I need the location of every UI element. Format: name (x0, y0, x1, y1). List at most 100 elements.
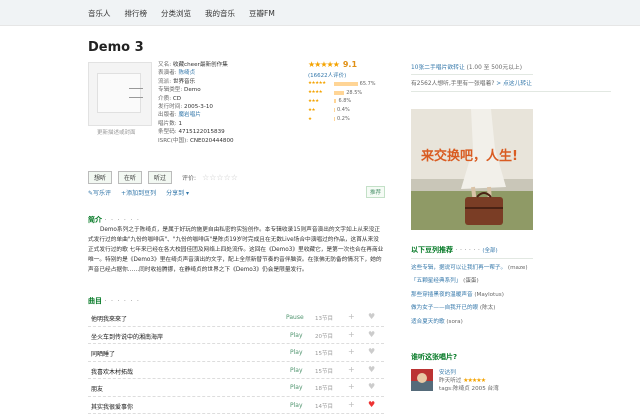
trade-info: 10张二手唱片欲转让 (1.00 至 500元以上) (411, 62, 522, 71)
play-button[interactable]: Play (290, 402, 303, 409)
cover-line-icon (129, 88, 143, 98)
listener-tags: tags:陈绮贞 2005 台湾 (439, 384, 499, 392)
avatar[interactable] (411, 369, 433, 391)
album-info: 又名: 收藏cheer最新创作集 表演者: 陈绮贞 流派: 世界音乐 专辑类型:… (158, 61, 298, 145)
performer-link[interactable]: 陈绮贞 (178, 70, 195, 76)
track-name: 他明我來來了 (91, 314, 127, 323)
trade-link[interactable]: 10张二手唱片欲转让 (411, 65, 465, 71)
track-row: 朋友 Play 18节目 + ♥ (88, 379, 384, 397)
info-row-isrc: ISRC(中国): CNE020444800 (158, 137, 298, 145)
track-votes: 13节目 (315, 314, 333, 322)
play-button[interactable]: Play (290, 384, 303, 391)
add-icon[interactable]: + (348, 382, 355, 391)
rating-percent: 6.8% (338, 98, 351, 104)
add-icon[interactable]: + (348, 365, 355, 374)
track-name: 同晒睡了 (91, 349, 115, 358)
star-icon: ★★★★★ (308, 81, 334, 86)
rating-bar: ★★★★★65.7% (308, 80, 396, 88)
ad-photo (411, 109, 533, 230)
ad-slogan: 来交换吧，人生! (421, 145, 518, 164)
recommend-button[interactable]: 推荐 (366, 186, 385, 198)
list-item[interactable]: 做为女子——自我开已的眼 (陈太) (411, 302, 571, 315)
top-nav-bar: 音乐人 排行榜 分类浏览 我的音乐 豆瓣FM (0, 0, 640, 26)
heart-icon[interactable]: ♥ (368, 365, 375, 374)
action-links: ✎写乐评 +添加到豆列 分享到 ▾ (88, 188, 189, 197)
evaluate-label: 评价: (182, 173, 196, 182)
heart-icon[interactable]: ♥ (368, 382, 375, 391)
add-icon[interactable]: + (348, 400, 355, 409)
publisher-link[interactable]: 魔岩唱片 (178, 112, 200, 118)
track-votes: 15节目 (315, 367, 333, 375)
add-icon[interactable]: + (348, 312, 355, 321)
track-row: 我喜欢木村拓哉 Play 15节目 + ♥ (88, 362, 384, 380)
info-row-media: 介质: CD (158, 95, 298, 103)
rating-bar-fill (334, 99, 336, 103)
nav-categories[interactable]: 分类浏览 (161, 8, 191, 19)
rate-stars-icon[interactable]: ☆☆☆☆☆ (202, 173, 238, 182)
play-button[interactable]: Pause (286, 314, 304, 321)
album-cover[interactable] (88, 62, 152, 126)
write-review-link[interactable]: ✎写乐评 (88, 188, 111, 197)
main-nav: 音乐人 排行榜 分类浏览 我的音乐 豆瓣FM (88, 0, 275, 26)
nav-douban-fm[interactable]: 豆瓣FM (249, 8, 275, 19)
divider (411, 91, 611, 92)
recommended-lists: 这些专辑，据说可以让我们再一帮子。 (maze)「五颗星经典系列」 (蛋蛋)那些… (411, 262, 571, 329)
nav-my-music[interactable]: 我的音乐 (205, 8, 235, 19)
rating-score: 9.1 (343, 60, 357, 69)
star-icon: ★ (308, 117, 334, 122)
heart-icon[interactable]: ♥ (368, 330, 375, 339)
list-item[interactable]: 「五颗星经典系列」 (蛋蛋) (411, 275, 571, 288)
chevron-down-icon: ▾ (186, 190, 189, 197)
add-icon[interactable]: + (348, 347, 355, 356)
heart-icon[interactable]: ♥ (368, 312, 375, 321)
rating-distribution: ★★★★★65.7%★★★★28.5%★★★6.8%★★0.4%★0.2% (308, 80, 396, 124)
rating-percent: 0.2% (337, 116, 350, 122)
listened-button[interactable]: 听过 (148, 171, 172, 184)
track-votes: 15节目 (315, 349, 333, 357)
track-name: 朋友 (91, 384, 103, 393)
listener-stars-icon: ★★★★★ (463, 377, 485, 384)
rating-panel: ★★★★★ 9.1 (16622人评价) ★★★★★65.7%★★★★28.5%… (308, 60, 396, 123)
add-icon[interactable]: + (348, 330, 355, 339)
want-button[interactable]: 想听 (88, 171, 112, 184)
track-votes: 18节目 (315, 384, 333, 392)
collect-actions: 想听 在听 听过 评价: ☆☆☆☆☆ (88, 171, 238, 184)
rating-stars-icon: ★★★★★ (308, 60, 339, 69)
play-button[interactable]: Play (290, 367, 303, 374)
update-cover-link[interactable]: 更新描述或封面 (97, 128, 136, 136)
rating-bar: ★0.2% (308, 115, 396, 123)
list-item[interactable]: 这些专辑，据说可以让我们再一帮子。 (maze) (411, 262, 571, 275)
track-name: 其实我很爱事你 (91, 402, 133, 411)
lists-heading: 以下豆列推荐 · · · · · · (全部) (411, 245, 498, 255)
info-row-discs: 唱片数: 1 (158, 120, 298, 128)
add-to-list-link[interactable]: +添加到豆列 (121, 188, 156, 197)
lists-all-link[interactable]: (全部) (482, 248, 497, 254)
star-icon: ★★★ (308, 99, 334, 104)
track-row: 同晒睡了 Play 15节目 + ♥ (88, 344, 384, 362)
info-row-performer: 表演者: 陈绮贞 (158, 69, 298, 77)
nav-charts[interactable]: 排行榜 (125, 8, 148, 19)
heart-icon[interactable]: ♥ (368, 347, 375, 356)
ad-banner[interactable]: 来交换吧，人生! (411, 109, 533, 230)
intro-heading: 简介 · · · · · · (88, 215, 140, 225)
sell-link[interactable]: > 点这儿转让 (496, 81, 532, 87)
rating-bar: ★★★★28.5% (308, 88, 396, 96)
track-votes: 20节目 (315, 332, 333, 340)
listening-button[interactable]: 在听 (118, 171, 142, 184)
track-name: 坐火车到传说中的湘南海岸 (91, 332, 163, 341)
star-icon: ★★★★ (308, 90, 334, 95)
divider (411, 74, 533, 75)
heart-icon[interactable]: ♥ (368, 400, 375, 409)
list-item[interactable]: 适合夏天的歌 (sora) (411, 316, 571, 329)
list-item[interactable]: 那些穿插黑夜的温暖声音 (Maylotus) (411, 289, 571, 302)
play-button[interactable]: Play (290, 332, 303, 339)
nav-musicians[interactable]: 音乐人 (88, 8, 111, 19)
rating-bar: ★★★ 6.8% (308, 97, 396, 105)
track-row: 他明我來來了 Pause 13节目 + ♥ (88, 309, 384, 327)
track-name: 我喜欢木村拓哉 (91, 367, 133, 376)
play-button[interactable]: Play (290, 349, 303, 356)
listener-name[interactable]: 安达列 (439, 368, 456, 376)
share-link[interactable]: 分享到 ▾ (166, 188, 189, 197)
rating-count-link[interactable]: (16622人评价) (308, 71, 396, 79)
track-row: 坐火车到传说中的湘南海岸 Play 20节目 + ♥ (88, 327, 384, 345)
